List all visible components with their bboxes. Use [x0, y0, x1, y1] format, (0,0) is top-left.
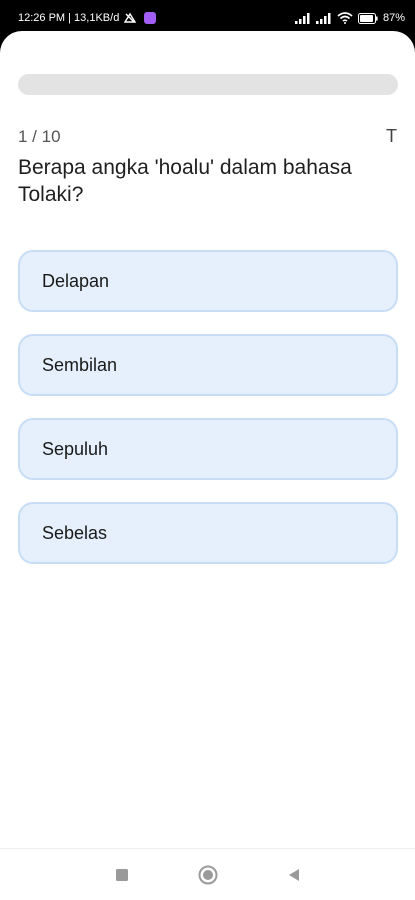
battery-percent: 87%: [382, 12, 405, 24]
answer-options: Delapan Sembilan Sepuluh Sebelas: [18, 250, 398, 586]
recents-square-icon[interactable]: [115, 868, 129, 882]
data-saver-icon: [123, 12, 137, 24]
app-notification-icon: [144, 12, 157, 24]
quiz-progress-bar: [18, 74, 398, 95]
answer-option-1[interactable]: Delapan: [18, 250, 398, 312]
signal-icon-1: [294, 12, 311, 24]
question-text: Berapa angka 'hoalu' dalam bahasa Tolaki…: [18, 156, 352, 206]
back-triangle-icon[interactable]: [287, 868, 301, 882]
status-right: 87%: [294, 12, 405, 24]
answer-option-3[interactable]: Sepuluh: [18, 418, 398, 480]
system-nav-bar: [0, 848, 415, 900]
signal-icon-2: [315, 12, 332, 24]
quiz-sheet: 1 / 10 T Berapa angka 'hoalu' dalam baha…: [0, 31, 415, 900]
font-size-toggle[interactable]: T: [386, 126, 397, 147]
status-left: 12:26 PM | 13,1KB/d: [18, 12, 157, 24]
question-counter: 1 / 10: [18, 127, 61, 146]
wifi-icon: [337, 12, 353, 24]
answer-option-4[interactable]: Sebelas: [18, 502, 398, 564]
home-circle-icon[interactable]: [198, 865, 218, 885]
battery-icon: [357, 12, 378, 24]
status-time-network: 12:26 PM | 13,1KB/d: [18, 12, 120, 24]
answer-option-2[interactable]: Sembilan: [18, 334, 398, 396]
